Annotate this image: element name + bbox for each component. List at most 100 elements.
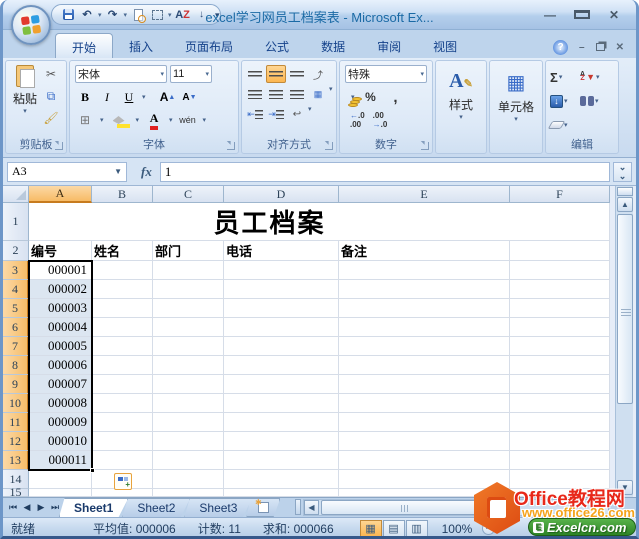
cell-A2[interactable]: 编号 (29, 241, 92, 261)
cell-E3[interactable] (339, 261, 510, 280)
vertical-scrollbar[interactable]: ▲ ▼ (615, 186, 633, 497)
cell-C15[interactable] (153, 489, 224, 497)
increase-indent-button[interactable]: ⇥ (266, 105, 286, 123)
cell-C11[interactable] (153, 413, 224, 432)
cell-E7[interactable] (339, 337, 510, 356)
cell-F10[interactable] (510, 394, 610, 413)
scroll-left-icon[interactable]: ◀ (304, 500, 319, 515)
format-painter-icon[interactable]: 🖌︎ (42, 110, 60, 126)
ribbon-tab-5[interactable]: 数据 (305, 33, 361, 58)
sheet-tab-sheet1[interactable]: Sheet1 (59, 498, 129, 517)
italic-button[interactable]: I (98, 89, 116, 105)
ribbon-tab-4[interactable]: 公式 (249, 33, 305, 58)
wrap-text-button[interactable]: ↩ (287, 105, 307, 123)
cell-E10[interactable] (339, 394, 510, 413)
cell-A12[interactable]: 000010 (29, 432, 92, 451)
cell-B7[interactable] (92, 337, 153, 356)
align-bottom-button[interactable] (287, 65, 307, 83)
expand-formula-bar-icon[interactable]: ⌄ ⌄ (613, 161, 632, 182)
cell-E5[interactable] (339, 299, 510, 318)
cell-A3[interactable]: 000001 (29, 261, 92, 280)
cell-A14[interactable] (29, 470, 92, 489)
column-header-F[interactable]: F (510, 186, 610, 203)
minimize-icon[interactable]: — (542, 8, 558, 22)
cell-B4[interactable] (92, 280, 153, 299)
cell-D10[interactable] (224, 394, 339, 413)
ribbon-tab-6[interactable]: 审阅 (361, 33, 417, 58)
phonetic-guide-button[interactable]: wén (179, 112, 197, 128)
sort-az-icon[interactable]: AZ (175, 7, 191, 22)
decrease-indent-button[interactable]: ⇤ (245, 105, 265, 123)
cell-B3[interactable] (92, 261, 153, 280)
increase-decimal-button[interactable]: ←.0.00 (350, 111, 365, 129)
ribbon-minimize-icon[interactable]: – (579, 42, 585, 53)
cell-E13[interactable] (339, 451, 510, 470)
cell-F9[interactable] (510, 375, 610, 394)
fill-handle[interactable] (90, 468, 95, 473)
column-header-E[interactable]: E (339, 186, 510, 203)
column-header-D[interactable]: D (224, 186, 339, 203)
select-dropdown-icon[interactable]: ▾ (168, 11, 172, 19)
cell-D8[interactable] (224, 356, 339, 375)
cell-A4[interactable]: 000002 (29, 280, 92, 299)
cell-D15[interactable] (224, 489, 339, 497)
cell-A8[interactable]: 000006 (29, 356, 92, 375)
cell-C9[interactable] (153, 375, 224, 394)
cell-F3[interactable] (510, 261, 610, 280)
select-objects-icon[interactable] (149, 7, 165, 22)
cell-B10[interactable] (92, 394, 153, 413)
tab-split-handle[interactable] (295, 499, 301, 515)
cell-A11[interactable]: 000009 (29, 413, 92, 432)
row-header-15[interactable]: 15 (3, 485, 29, 497)
cell-D14[interactable] (224, 470, 339, 489)
zoom-level[interactable]: 100% (442, 522, 473, 536)
column-header-C[interactable]: C (153, 186, 224, 203)
decrease-decimal-button[interactable]: .00 →.0 (373, 111, 388, 129)
cell-C7[interactable] (153, 337, 224, 356)
cell-styles-button[interactable]: A✎ 样式 ▾ (439, 64, 483, 144)
underline-button[interactable]: U (120, 89, 138, 105)
cell-C3[interactable] (153, 261, 224, 280)
cell-E11[interactable] (339, 413, 510, 432)
page-layout-view-button[interactable]: ▤ (382, 520, 405, 536)
maximize-icon[interactable] (574, 8, 590, 22)
ribbon-close-icon[interactable]: ✕ (616, 42, 624, 53)
fill-button[interactable]: ↓ ▾ (550, 89, 580, 113)
clipboard-dialog-launcher[interactable] (55, 142, 63, 150)
cell-D4[interactable] (224, 280, 339, 299)
cell-B5[interactable] (92, 299, 153, 318)
align-center-button[interactable] (266, 85, 286, 103)
page-break-view-button[interactable]: ▥ (405, 520, 428, 536)
cell-E2[interactable]: 备注 (339, 241, 510, 261)
first-sheet-icon[interactable]: ⏮ (7, 502, 19, 513)
name-box[interactable]: A3 ▼ (7, 161, 127, 182)
cell-B8[interactable] (92, 356, 153, 375)
bold-button[interactable]: B (76, 89, 94, 105)
undo-dropdown-icon[interactable]: ▾ (98, 11, 102, 19)
cell-A10[interactable]: 000008 (29, 394, 92, 413)
number-dialog-launcher[interactable] (421, 142, 429, 150)
cell-E6[interactable] (339, 318, 510, 337)
cell-F15[interactable] (510, 489, 610, 497)
ribbon-restore-icon[interactable] (595, 38, 605, 56)
find-select-button[interactable]: ▾ (580, 89, 610, 113)
alignment-dialog-launcher[interactable] (325, 142, 333, 150)
office-button[interactable] (11, 5, 51, 45)
cell-A5[interactable]: 000003 (29, 299, 92, 318)
cell-D3[interactable] (224, 261, 339, 280)
cell-F11[interactable] (510, 413, 610, 432)
cells-button[interactable]: ▦ 单元格 ▾ (494, 64, 538, 144)
percent-style-button[interactable]: % (362, 89, 380, 105)
cell-C12[interactable] (153, 432, 224, 451)
number-format-combo[interactable]: 特殊 ▾ (345, 65, 427, 83)
cell-E15[interactable] (339, 489, 510, 497)
clear-button[interactable]: ▾ (547, 113, 580, 137)
merge-center-button[interactable]: ▦ (308, 85, 328, 103)
cell-E14[interactable] (339, 470, 510, 489)
cell-F14[interactable] (510, 470, 610, 489)
cell-B6[interactable] (92, 318, 153, 337)
ribbon-tab-3[interactable]: 页面布局 (169, 33, 249, 58)
align-left-button[interactable] (245, 85, 265, 103)
grow-font-button[interactable]: A ▲ (159, 89, 177, 105)
help-icon[interactable]: ? (553, 39, 569, 55)
